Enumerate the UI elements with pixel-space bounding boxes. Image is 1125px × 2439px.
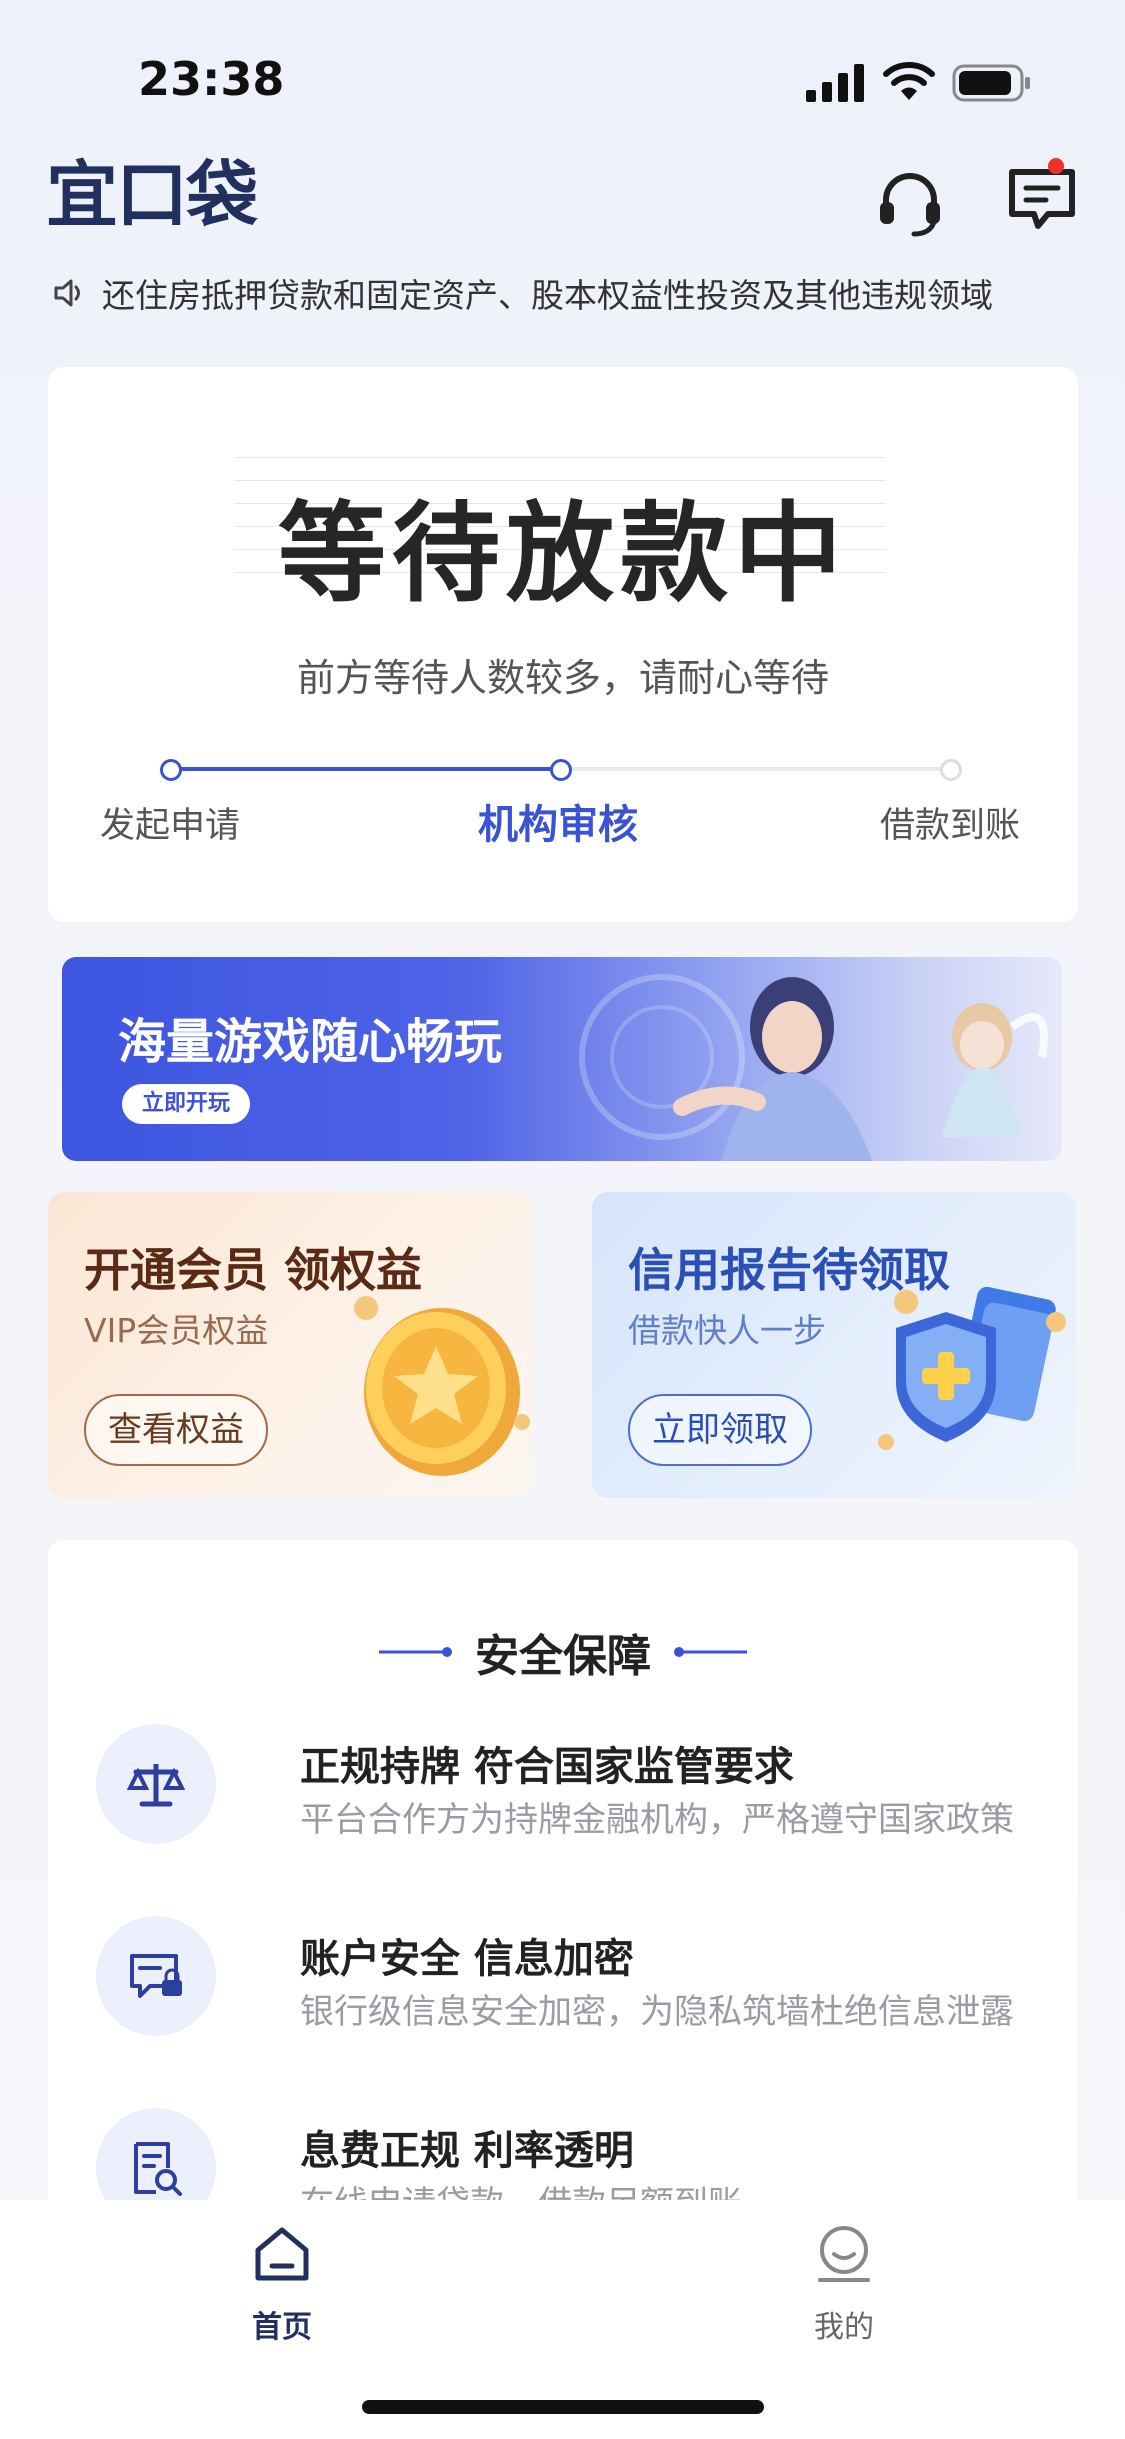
wifi-icon	[883, 62, 935, 100]
security-item-title: 账户安全 信息加密	[300, 1936, 634, 1982]
notice-bar[interactable]: 还住房抵押贷款和固定资产、股本权益性投资及其他违规领域	[52, 268, 1092, 318]
message-icon[interactable]	[1004, 160, 1080, 236]
step-dot-review	[550, 759, 572, 781]
notice-text: 还住房抵押贷款和固定资产、股本权益性投资及其他违规领域	[102, 276, 993, 315]
security-item-title: 息费正规 利率透明	[300, 2128, 634, 2174]
step-label-arrival: 借款到账	[880, 806, 1021, 846]
signal-icon	[806, 64, 864, 102]
tab-home-label: 首页	[252, 2310, 312, 2345]
vip-promo-card[interactable]: 开通会员 领权益 VIP会员权益 查看权益	[48, 1192, 532, 1498]
security-card: 安全保障 正规持牌 符合国家监管要求 平台合作方为持牌金融机构，严格遵守国家政策	[48, 1540, 1078, 2280]
tab-mine-label: 我的	[814, 2310, 874, 2345]
battery-icon	[952, 64, 1030, 102]
speaker-icon	[54, 279, 80, 307]
security-item-desc: 平台合作方为持牌金融机构，严格遵守国家政策	[300, 1800, 1014, 1840]
shield-report-icon	[878, 1286, 1066, 1450]
security-header: 安全保障	[48, 1620, 1078, 1684]
credit-report-promo-card[interactable]: 信用报告待领取 借款快人一步 立即领取	[592, 1192, 1076, 1498]
app-logo: 宜口袋	[46, 153, 258, 237]
security-title: 安全保障	[475, 1631, 651, 1682]
game-play-button[interactable]: 立即开玩	[122, 1084, 251, 1124]
view-benefits-button[interactable]: 查看权益	[84, 1394, 268, 1466]
security-item: 账户安全 信息加密 银行级信息安全加密，为隐私筑墙杜绝信息泄露	[96, 1916, 1056, 2056]
progress-fill	[171, 767, 561, 771]
status-bar: 23:38	[0, 0, 1125, 150]
profile-icon	[818, 2226, 870, 2282]
step-dot-apply	[160, 759, 182, 781]
loan-status-card: 等待放款中 前方等待人数较多，请耐心等待 发起申请 机构审核 借款到账	[48, 367, 1078, 922]
tab-mine[interactable]: 我的	[764, 2224, 924, 2364]
notification-dot	[1048, 158, 1064, 174]
credit-promo-subtitle: 借款快人一步	[628, 1311, 826, 1350]
tab-home[interactable]: 首页	[202, 2224, 362, 2364]
game-banner-title: 海量游戏随心畅玩	[118, 1014, 503, 1070]
status-title: 等待放款中	[277, 492, 848, 617]
security-item-title: 正规持牌 符合国家监管要求	[300, 1744, 794, 1790]
decor-line-right	[674, 1647, 747, 1657]
home-icon	[255, 2227, 309, 2281]
game-banner[interactable]: 海量游戏随心畅玩 立即开玩	[62, 957, 1062, 1161]
game-characters-illustration	[579, 974, 1048, 1161]
status-time: 23:38	[138, 52, 285, 106]
headset-icon[interactable]	[872, 164, 948, 240]
star-coin-icon	[354, 1296, 530, 1476]
step-label-apply: 发起申请	[100, 806, 241, 846]
home-indicator	[362, 2400, 764, 2414]
security-item: 正规持牌 符合国家监管要求 平台合作方为持牌金融机构，严格遵守国家政策	[96, 1724, 1056, 1864]
security-item-desc: 银行级信息安全加密，为隐私筑墙杜绝信息泄露	[300, 1992, 1014, 2032]
vip-promo-subtitle: VIP会员权益	[84, 1311, 269, 1350]
scale-icon	[96, 1724, 216, 1844]
step-dot-arrival	[940, 759, 962, 781]
secure-account-icon	[96, 1916, 216, 2036]
claim-now-button[interactable]: 立即领取	[628, 1394, 812, 1466]
step-label-review: 机构审核	[478, 802, 638, 848]
status-subtitle: 前方等待人数较多，请耐心等待	[296, 656, 829, 700]
decor-line-left	[379, 1647, 452, 1657]
